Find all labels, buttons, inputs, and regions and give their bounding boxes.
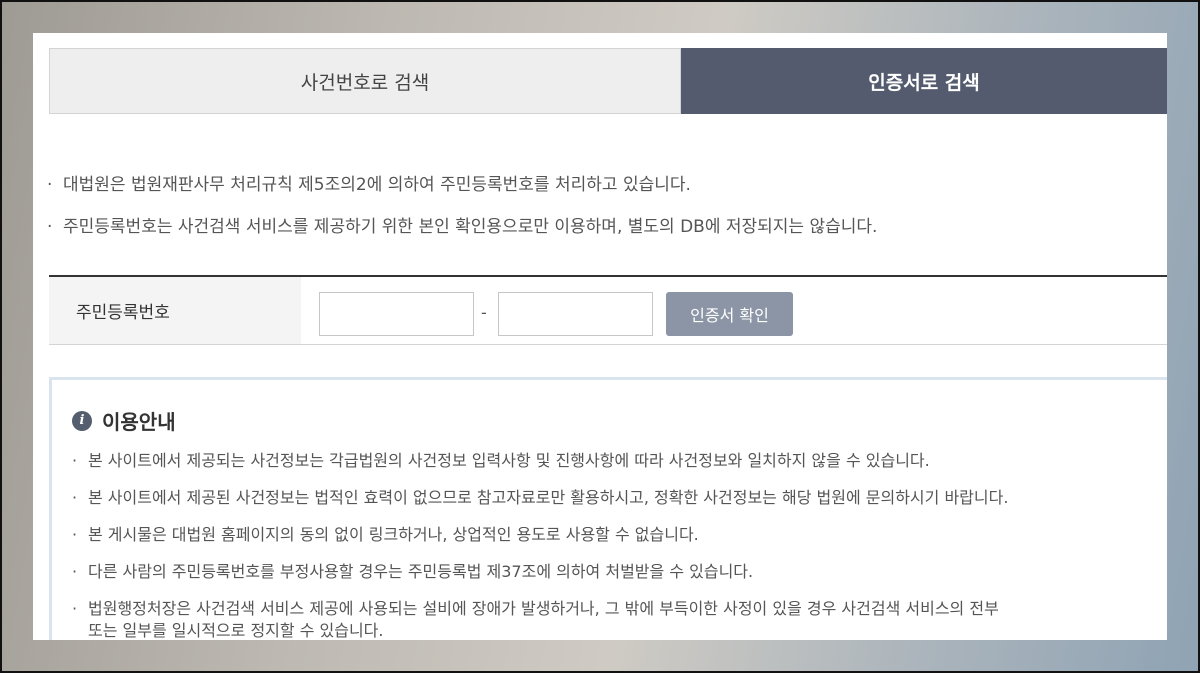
guide-text: 본 게시물은 대법원 홈페이지의 동의 없이 링크하거나, 상업적인 용도로 사… bbox=[88, 525, 699, 544]
guide-item: · 본 게시물은 대법원 홈페이지의 동의 없이 링크하거나, 상업적인 용도로 … bbox=[72, 525, 1008, 545]
rrn-form-row: 주민등록번호 - 인증서 확인 bbox=[49, 275, 1167, 345]
info-icon: i bbox=[72, 410, 92, 431]
note-text: 주민등록번호는 사건검색 서비스를 제공하기 위한 본인 확인용으로만 이용하며… bbox=[63, 217, 878, 237]
guide-title: 이용안내 bbox=[102, 410, 176, 434]
guide-text: 법원행정처장은 사건검색 서비스 제공에 사용되는 설비에 장애가 발생하거나,… bbox=[88, 599, 999, 618]
guide-text: 본 사이트에서 제공된 사건정보는 법적인 효력이 없으므로 참고자료로만 활용… bbox=[88, 488, 1009, 507]
tab-case-number-search[interactable]: 사건번호로 검색 bbox=[49, 48, 681, 114]
rrn-separator: - bbox=[481, 303, 487, 322]
guide-text: 다른 사람의 주민등록번호를 부정사용할 경우는 주민등록법 제37조에 의하여… bbox=[88, 562, 754, 581]
note-text: 대법원은 법원재판사무 처리규칙 제5조의2에 의하여 주민등록번호를 처리하고… bbox=[63, 175, 691, 195]
rrn-label: 주민등록번호 bbox=[49, 277, 301, 344]
bullet: · bbox=[72, 525, 78, 544]
usage-guide-box: i 이용안내 · 본 사이트에서 제공되는 사건정보는 각급법원의 사건정보 입력… bbox=[49, 377, 1167, 640]
search-panel: 사건번호로 검색 인증서로 검색 · 대법원은 법원재판사무 처리규칙 제5조의2… bbox=[33, 33, 1167, 640]
guide-item: · 법원행정처장은 사건검색 서비스 제공에 사용되는 설비에 장애가 발생하거나… bbox=[72, 599, 1008, 619]
bullet: · bbox=[72, 488, 78, 507]
guide-item-continuation: 또는 일부를 일시적으로 정지할 수 있습니다. bbox=[72, 621, 1008, 640]
guide-list: · 본 사이트에서 제공되는 사건정보는 각급법원의 사건정보 입력사항 및 진행… bbox=[72, 451, 1008, 640]
rrn-second-input[interactable] bbox=[498, 292, 653, 336]
guide-item: · 본 사이트에서 제공되는 사건정보는 각급법원의 사건정보 입력사항 및 진행… bbox=[72, 451, 1008, 471]
certificate-verify-button[interactable]: 인증서 확인 bbox=[666, 292, 793, 336]
bullet: · bbox=[72, 451, 78, 470]
bullet: · bbox=[47, 217, 53, 237]
guide-item: · 다른 사람의 주민등록번호를 부정사용할 경우는 주민등록법 제37조에 의하… bbox=[72, 562, 1008, 582]
guide-text: 또는 일부를 일시적으로 정지할 수 있습니다. bbox=[88, 621, 384, 640]
guide-header: i 이용안내 bbox=[72, 406, 176, 435]
bullet: · bbox=[72, 599, 78, 618]
bullet: · bbox=[72, 562, 78, 581]
note-item: · 주민등록번호는 사건검색 서비스를 제공하기 위한 본인 확인용으로만 이용하… bbox=[47, 217, 877, 237]
rrn-first-input[interactable] bbox=[319, 292, 474, 336]
bullet: · bbox=[47, 175, 53, 195]
search-tabs: 사건번호로 검색 인증서로 검색 bbox=[49, 48, 1167, 114]
tab-certificate-search[interactable]: 인증서로 검색 bbox=[681, 48, 1167, 114]
note-item: · 대법원은 법원재판사무 처리규칙 제5조의2에 의하여 주민등록번호를 처리하… bbox=[47, 175, 877, 195]
guide-item: · 본 사이트에서 제공된 사건정보는 법적인 효력이 없으므로 참고자료로만 활… bbox=[72, 488, 1008, 508]
privacy-notes: · 대법원은 법원재판사무 처리규칙 제5조의2에 의하여 주민등록번호를 처리하… bbox=[47, 175, 877, 259]
guide-text: 본 사이트에서 제공되는 사건정보는 각급법원의 사건정보 입력사항 및 진행사… bbox=[88, 451, 930, 470]
